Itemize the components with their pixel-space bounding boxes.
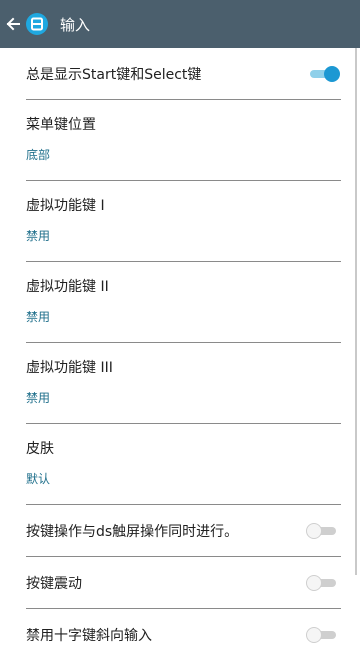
setting-label: 按键操作与ds触屏操作同时进行。 [26,523,239,540]
toggle-switch[interactable] [306,574,340,592]
setting-label: 菜单键位置 [26,117,96,133]
setting-value: 禁用 [26,391,51,405]
switch-thumb [306,522,322,539]
setting-simultaneous-touch[interactable]: 按键操作与ds触屏操作同时进行。 [26,505,341,557]
back-arrow-icon[interactable] [0,0,26,48]
setting-label: 虚拟功能键 II [26,279,109,295]
setting-key-vibration[interactable]: 按键震动 [26,557,341,609]
setting-value: 禁用 [26,229,51,243]
setting-virtual-key-1[interactable]: 虚拟功能键 I 禁用 [26,181,341,262]
setting-label: 虚拟功能键 III [26,360,113,376]
setting-label: 虚拟功能键 I [26,198,105,214]
page-title: 输入 [60,15,91,34]
setting-label: 皮肤 [26,441,54,457]
setting-label: 总是显示Start键和Select键 [26,66,202,83]
switch-thumb [306,574,322,591]
app-logo-icon [26,13,48,35]
settings-list: 总是显示Start键和Select键 菜单键位置 底部 虚拟功能键 I 禁用 虚… [0,48,360,660]
setting-label: 禁用十字键斜向输入 [26,627,152,644]
setting-disable-diagonal-dpad[interactable]: 禁用十字键斜向输入 [26,609,341,660]
switch-thumb [306,626,322,643]
setting-virtual-key-3[interactable]: 虚拟功能键 III 禁用 [26,343,341,424]
switch-thumb [324,65,340,82]
setting-value: 默认 [26,472,51,486]
setting-value: 底部 [26,148,51,162]
setting-menu-key-position[interactable]: 菜单键位置 底部 [26,100,341,181]
toggle-switch[interactable] [306,522,340,540]
setting-virtual-key-2[interactable]: 虚拟功能键 II 禁用 [26,262,341,343]
setting-label: 按键震动 [26,575,82,592]
setting-skin[interactable]: 皮肤 默认 [26,424,341,505]
setting-always-show-start-select[interactable]: 总是显示Start键和Select键 [26,48,341,100]
setting-value: 禁用 [26,310,51,324]
app-bar: 输入 [0,0,360,48]
toggle-switch[interactable] [306,626,340,644]
toggle-switch[interactable] [306,65,340,83]
